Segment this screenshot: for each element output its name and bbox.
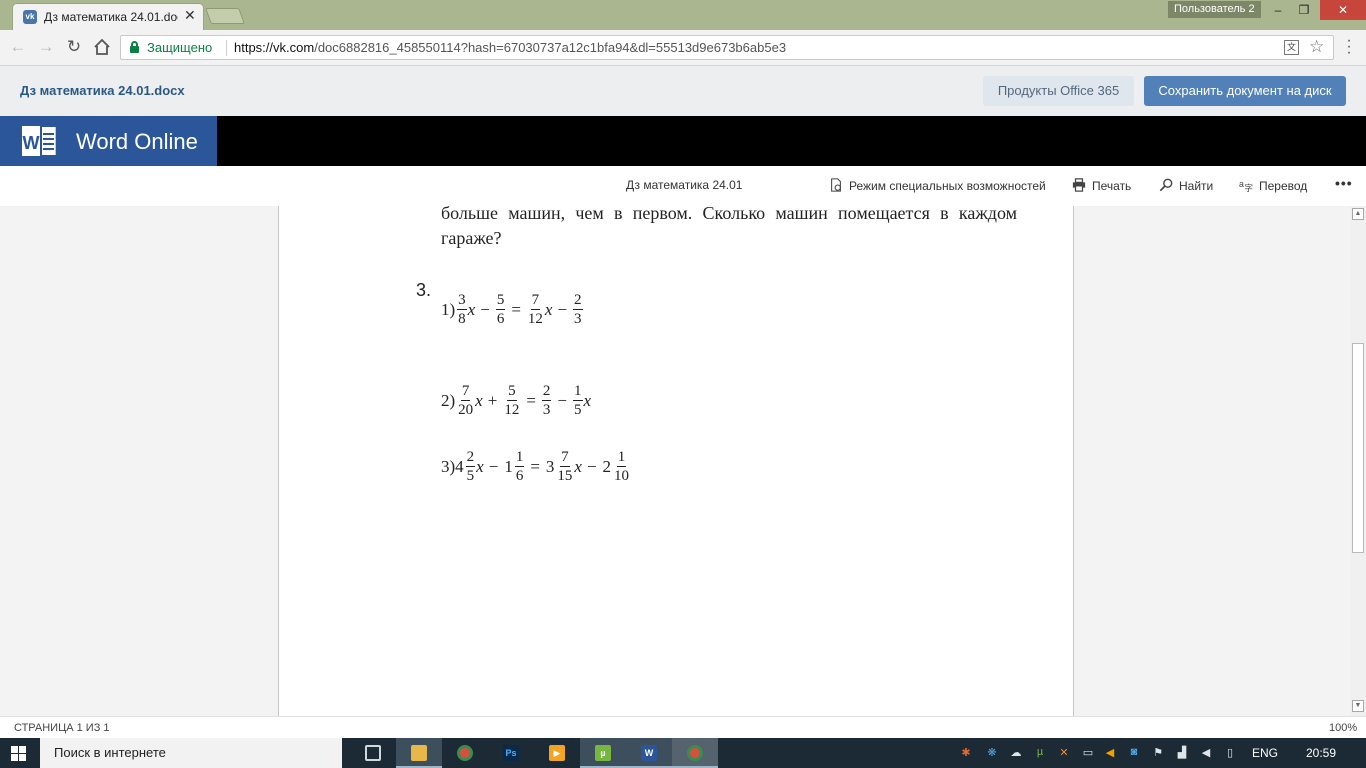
tray-printer-icon[interactable]: ▭	[1082, 746, 1094, 760]
home-icon[interactable]	[91, 36, 113, 58]
windows-start-icon[interactable]	[11, 746, 26, 761]
printer-icon	[1072, 178, 1086, 192]
document-viewport[interactable]: больше машин, чем в первом. Сколько маши…	[0, 206, 1350, 716]
find-label: Найти	[1179, 179, 1214, 193]
accessibility-doc-icon	[831, 178, 841, 192]
tray-app2-icon[interactable]: ✕	[1058, 746, 1070, 760]
flag-icon[interactable]: ⚑	[1152, 746, 1164, 760]
tab-title: Дз математика 24.01.docx	[44, 10, 178, 24]
chrome-active-app[interactable]	[672, 738, 718, 768]
word-online-header: W Word Online	[0, 116, 1366, 166]
battery-icon[interactable]: ▯	[1224, 746, 1236, 760]
tray-app-icon[interactable]: ✱	[960, 746, 972, 760]
vertical-scrollbar[interactable]: ▲ ▼	[1350, 206, 1366, 716]
new-tab-button[interactable]	[205, 8, 245, 24]
tray-network-app-icon[interactable]: ❋	[986, 746, 998, 760]
tray-app3-icon[interactable]: ◙	[1128, 746, 1140, 760]
word-icon: W	[641, 745, 657, 761]
word-brand[interactable]: W Word Online	[0, 116, 217, 166]
text-line-1: больше машин, чем в первом. Сколько маши…	[441, 206, 1017, 223]
word-command-bar: Дз математика 24.01 Режим специальных во…	[0, 166, 1366, 206]
cloud-icon[interactable]: ☁	[1010, 746, 1022, 760]
tray-speaker-alert-icon[interactable]: ◀	[1104, 746, 1116, 760]
window-close-button[interactable]: ✕	[1320, 0, 1366, 20]
search-icon	[1159, 178, 1173, 192]
photoshop-icon: Ps	[503, 745, 519, 761]
translate-icon[interactable]: 文	[1284, 40, 1299, 55]
more-options-button[interactable]: •••	[1335, 175, 1353, 191]
address-bar[interactable]: Защищено https://vk.com/doc6882816_45855…	[120, 35, 1334, 60]
lock-icon	[130, 41, 139, 53]
vk-doc-header: Дз математика 24.01.docx Продукты Office…	[0, 66, 1366, 116]
url-path: /doc6882816_458550114?hash=67030737a12c1…	[314, 40, 787, 55]
volume-icon[interactable]: ◀	[1200, 746, 1212, 760]
document-title: Дз математика 24.01	[626, 178, 743, 192]
accessibility-mode-button[interactable]: Режим специальных возможностей	[828, 178, 1046, 193]
media-player-app[interactable]: ▶	[534, 738, 580, 768]
browser-menu-icon[interactable]: · · ·	[1344, 33, 1354, 61]
browser-toolbar: ← → ↻ Защищено https://vk.com/doc6882816…	[0, 30, 1366, 66]
task-number: 3.	[416, 280, 432, 300]
svg-text:a: a	[1239, 179, 1244, 189]
word-logo-icon: W	[20, 124, 56, 158]
find-button[interactable]: Найти	[1158, 178, 1213, 193]
equation-1: 1) 38x − 56 = 7 12 x − 23	[441, 292, 583, 327]
browser-tab-strip: vk Дз математика 24.01.docx ✕ Пользовате…	[0, 0, 1366, 30]
translate-icon: a字	[1239, 179, 1253, 192]
task-view-icon	[365, 745, 381, 761]
word-app[interactable]: W	[626, 738, 672, 768]
browser-tab[interactable]: vk Дз математика 24.01.docx ✕	[12, 3, 204, 30]
restore-button[interactable]: ❐	[1290, 0, 1318, 20]
tray-utorrent-icon[interactable]: µ	[1034, 746, 1046, 760]
profile-badge[interactable]: Пользователь 2	[1168, 1, 1261, 18]
text-line-2: гараже?	[441, 228, 502, 248]
chrome-app[interactable]	[442, 738, 488, 768]
equation-3: 3)4 25x − 116 = 3 7 15 x − 2 1 10	[441, 449, 630, 484]
reload-icon[interactable]: ↻	[63, 36, 85, 58]
save-to-disk-button[interactable]: Сохранить документ на диск	[1144, 76, 1346, 106]
translate-label: Перевод	[1259, 179, 1308, 193]
url-text[interactable]: https://vk.com/doc6882816_458550114?hash…	[234, 40, 786, 55]
print-button[interactable]: Печать	[1071, 178, 1131, 193]
back-arrow-icon[interactable]: ←	[7, 36, 29, 58]
svg-text:字: 字	[1244, 182, 1253, 192]
taskbar-search-placeholder: Поиск в интернете	[54, 745, 166, 760]
windows-taskbar: Поиск в интернете Ps ▶ µ W ✱ ❋ ☁ µ ✕ ▭ ◀…	[0, 738, 1366, 768]
scroll-down-icon[interactable]: ▼	[1352, 700, 1364, 712]
scroll-up-icon[interactable]: ▲	[1352, 208, 1364, 220]
utorrent-icon: µ	[595, 745, 611, 761]
scrollbar-thumb[interactable]	[1352, 343, 1364, 553]
chrome-active-icon	[687, 745, 703, 761]
translate-button[interactable]: a 字 Перевод	[1238, 178, 1307, 193]
vk-favicon-icon: vk	[23, 10, 37, 24]
chrome-icon	[457, 745, 473, 761]
page-count: СТРАНИЦА 1 ИЗ 1	[14, 722, 110, 734]
accessibility-mode-label: Режим специальных возможностей	[849, 179, 1046, 193]
forward-arrow-icon[interactable]: →	[35, 36, 57, 58]
tab-close-icon[interactable]: ✕	[184, 7, 196, 24]
wifi-signal-icon[interactable]: ▟	[1176, 746, 1188, 760]
omnibox-divider	[226, 40, 227, 56]
folder-icon	[411, 745, 427, 761]
word-status-bar: СТРАНИЦА 1 ИЗ 1 100%	[0, 716, 1366, 738]
office-products-button[interactable]: Продукты Office 365	[983, 76, 1134, 106]
zoom-level[interactable]: 100%	[1329, 722, 1357, 734]
bookmark-star-icon[interactable]: ☆	[1309, 37, 1324, 57]
url-host: https://vk.com	[234, 40, 315, 55]
word-brand-name: Word Online	[76, 129, 198, 154]
document-page: больше машин, чем в первом. Сколько маши…	[278, 206, 1074, 716]
media-player-icon: ▶	[549, 745, 565, 761]
task-view-app[interactable]	[350, 738, 396, 768]
photoshop-app[interactable]: Ps	[488, 738, 534, 768]
print-label: Печать	[1092, 179, 1132, 193]
taskbar-search-input[interactable]: Поиск в интернете	[40, 738, 342, 768]
equation-2: 2) 7 20 x + 5 12 = 23 − 15x	[441, 383, 592, 418]
doc-name-link[interactable]: Дз математика 24.01.docx	[20, 83, 185, 98]
utorrent-app[interactable]: µ	[580, 738, 626, 768]
input-language[interactable]: ENG	[1252, 746, 1278, 760]
minimize-button[interactable]: –	[1264, 0, 1292, 20]
file-explorer-app[interactable]	[396, 738, 442, 768]
secure-label: Защищено	[147, 40, 213, 55]
clock-time[interactable]: 20:59	[1306, 746, 1336, 760]
